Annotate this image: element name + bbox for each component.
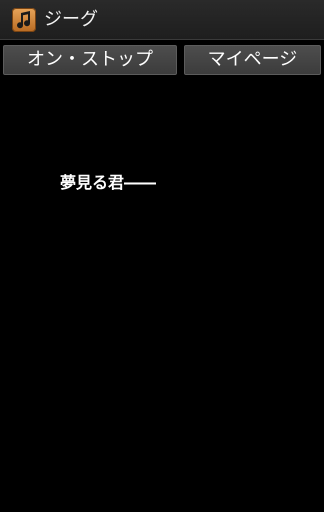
- music-note-icon: [12, 8, 36, 32]
- app-title: ジーグ: [44, 9, 98, 30]
- lyric-text: 夢見る君――: [60, 173, 157, 192]
- my-page-button[interactable]: マイページ: [184, 45, 321, 75]
- title-bar: ジーグ: [0, 0, 324, 40]
- nonstop-button[interactable]: オン・ストップ: [3, 45, 177, 75]
